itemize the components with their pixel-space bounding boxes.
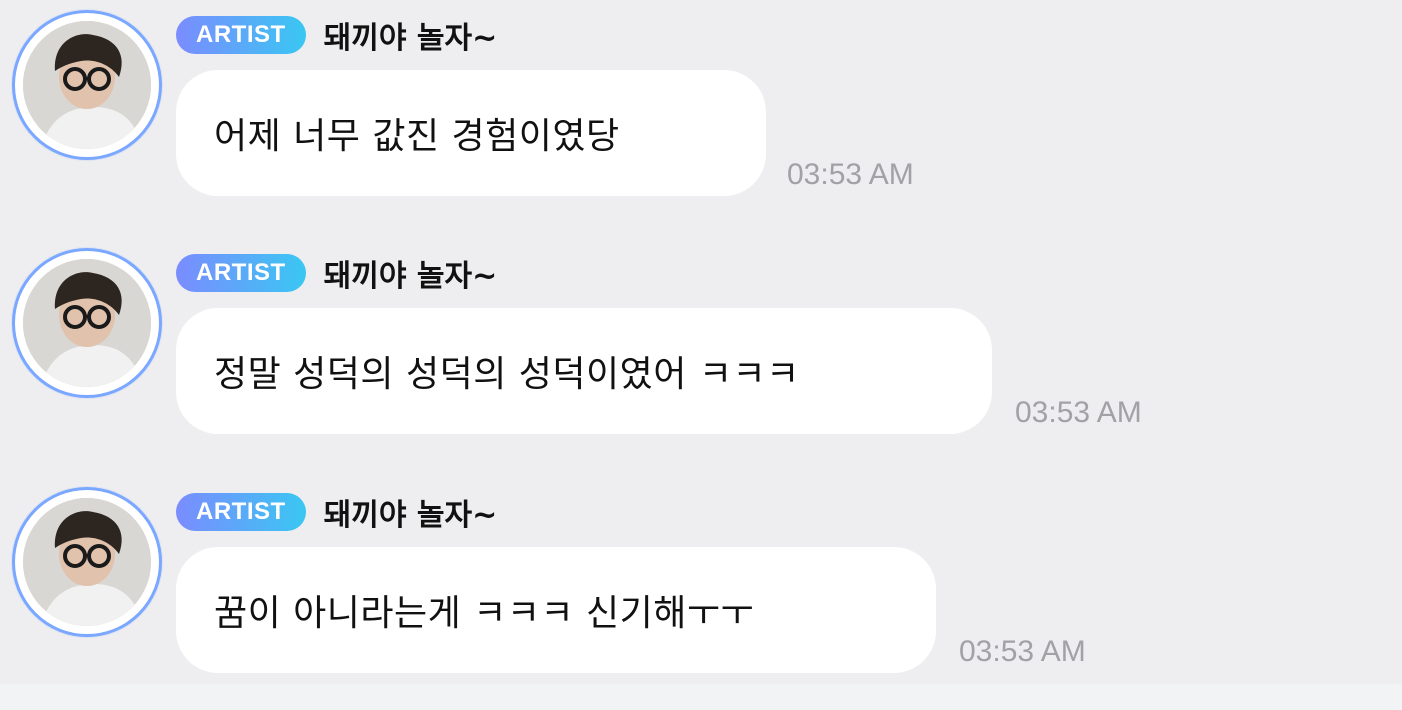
avatar[interactable] [12, 10, 162, 160]
avatar-photo [23, 259, 151, 387]
artist-badge: ARTIST [176, 493, 306, 531]
avatar[interactable] [12, 248, 162, 398]
avatar-photo [23, 21, 151, 149]
message-text: 꿈이 아니라는게 ㅋㅋㅋ 신기해ㅜㅜ [214, 593, 755, 634]
profile-photo-icon [23, 21, 151, 149]
message-header: ARTIST 돼끼야 놀자~ [176, 15, 498, 56]
message-bubble[interactable]: 꿈이 아니라는게 ㅋㅋㅋ 신기해ㅜㅜ [176, 547, 936, 673]
message-bubble[interactable]: 어제 너무 값진 경험이였당 [176, 70, 766, 196]
timestamp: 03:53 AM [959, 635, 1086, 668]
artist-badge: ARTIST [176, 254, 306, 292]
chat-message: ARTIST 돼끼야 놀자~ 꿈이 아니라는게 ㅋㅋㅋ 신기해ㅜㅜ 03:53 … [0, 477, 1402, 677]
author-name: 돼끼야 놀자~ [323, 259, 498, 294]
avatar-photo [23, 498, 151, 626]
avatar[interactable] [12, 487, 162, 637]
message-text: 어제 너무 값진 경험이였당 [214, 116, 620, 157]
profile-photo-icon [23, 259, 151, 387]
bottom-strip [0, 684, 1402, 710]
author-name: 돼끼야 놀자~ [323, 21, 498, 56]
profile-photo-icon [23, 498, 151, 626]
timestamp: 03:53 AM [1015, 396, 1142, 429]
artist-badge: ARTIST [176, 16, 306, 54]
message-text: 정말 성덕의 성덕의 성덕이였어 ㅋㅋㅋ [214, 354, 800, 395]
author-name: 돼끼야 놀자~ [323, 498, 498, 533]
chat-message: ARTIST 돼끼야 놀자~ 어제 너무 값진 경험이였당 03:53 AM [0, 0, 1402, 200]
message-header: ARTIST 돼끼야 놀자~ [176, 253, 498, 294]
message-bubble[interactable]: 정말 성덕의 성덕의 성덕이였어 ㅋㅋㅋ [176, 308, 992, 434]
chat-thread: ARTIST 돼끼야 놀자~ 어제 너무 값진 경험이였당 03:53 AM A… [0, 0, 1402, 684]
chat-message: ARTIST 돼끼야 놀자~ 정말 성덕의 성덕의 성덕이였어 ㅋㅋㅋ 03:5… [0, 238, 1402, 438]
timestamp: 03:53 AM [787, 158, 914, 191]
message-header: ARTIST 돼끼야 놀자~ [176, 492, 498, 533]
